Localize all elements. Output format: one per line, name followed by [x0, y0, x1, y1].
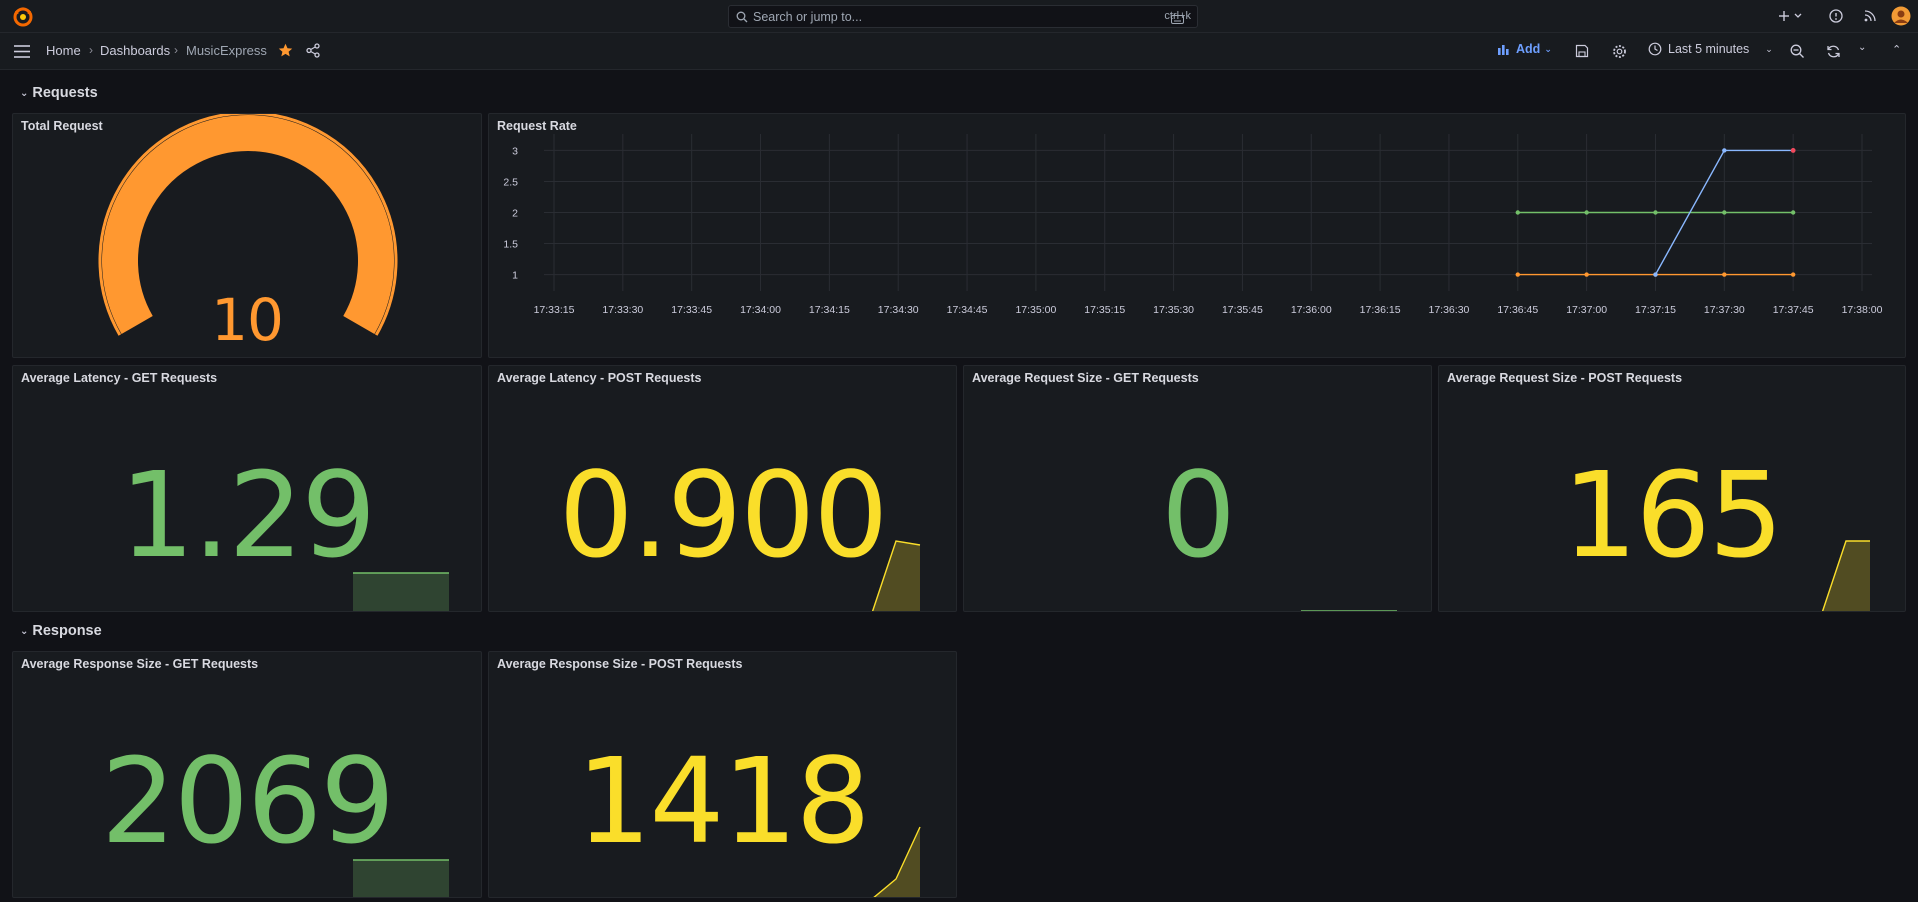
x-tick-label: 17:37:45: [1773, 304, 1814, 316]
row-response[interactable]: ⌄ Response: [20, 623, 102, 639]
top-bar: Search or jump to... ctrl+k: [0, 0, 1918, 33]
stat-value: 0.900: [558, 446, 889, 584]
series-point: [1584, 272, 1589, 277]
panel-title: Average Latency - GET Requests: [21, 371, 218, 385]
help-icon[interactable]: [1828, 8, 1844, 24]
time-range-label: Last 5 minutes: [1668, 42, 1750, 56]
breadcrumb-separator: ›: [174, 43, 178, 57]
request-rate-chart: 1 1.5 2 2.5 3 17:33:15 17:33:30 17:33:45 17:34:0…: [503, 134, 1883, 316]
x-tick-label: 17:34:15: [809, 304, 850, 316]
x-tick-label: 17:33:30: [602, 304, 643, 316]
series-point: [1790, 210, 1796, 215]
y-tick-label: 2.5: [503, 176, 518, 188]
panel-total-request[interactable]: Total Request 10: [12, 113, 482, 358]
x-tick-label: 17:36:45: [1497, 304, 1538, 316]
panel-avg-latency-get[interactable]: Average Latency - GET Requests 1.29: [12, 365, 482, 612]
x-tick-label: 17:36:30: [1429, 304, 1470, 316]
grafana-logo-icon[interactable]: [12, 6, 34, 28]
breadcrumb-dashboards[interactable]: Dashboards: [100, 43, 170, 58]
series-point: [1722, 272, 1727, 277]
new-plus-icon[interactable]: [1778, 8, 1804, 24]
x-tick-label: 17:35:30: [1153, 304, 1194, 316]
row-title: Requests: [32, 85, 98, 101]
search-shortcut: ctrl+k: [1164, 10, 1191, 24]
stat-value: 1.29: [119, 446, 377, 584]
time-range-picker[interactable]: Last 5 minutes ⌄: [1648, 42, 1773, 56]
panel-avg-request-size-post[interactable]: Average Request Size - POST Requests 165: [1438, 365, 1906, 612]
row-title: Response: [32, 623, 102, 639]
x-tick-label: 17:38:00: [1842, 304, 1883, 316]
y-tick-label: 2: [512, 208, 518, 220]
add-button[interactable]: Add ⌄: [1498, 42, 1552, 56]
search-input[interactable]: Search or jump to... ctrl+k: [728, 5, 1198, 28]
search-placeholder: Search or jump to...: [753, 10, 863, 24]
gauge-value: 10: [211, 286, 284, 354]
share-icon[interactable]: [306, 43, 320, 58]
stat-value: 165: [1562, 446, 1783, 584]
series-point: [1653, 272, 1658, 277]
x-tick-label: 17:35:45: [1222, 304, 1263, 316]
collapse-chevron-up-icon[interactable]: ⌄: [1892, 42, 1901, 55]
refresh-interval-chevron-icon[interactable]: ⌄: [1858, 42, 1866, 53]
x-tick-label: 17:36:00: [1291, 304, 1332, 316]
series-point: [1722, 148, 1727, 153]
panel-avg-response-size-post[interactable]: Average Response Size - POST Requests 14…: [488, 651, 957, 898]
menu-hamburger-icon[interactable]: [14, 45, 30, 58]
series-point: [1515, 272, 1520, 277]
series-point: [1515, 210, 1520, 215]
series-point: [1722, 210, 1727, 215]
news-rss-icon[interactable]: [1862, 8, 1878, 24]
row-requests[interactable]: ⌄ Requests: [20, 85, 98, 101]
user-avatar-icon[interactable]: [1891, 6, 1911, 26]
x-tick-label: 17:36:15: [1360, 304, 1401, 316]
x-tick-label: 17:37:30: [1704, 304, 1745, 316]
star-favorite-icon[interactable]: [278, 43, 293, 58]
chevron-down-icon: ⌄: [1544, 43, 1552, 54]
panel-avg-request-size-get[interactable]: Average Request Size - GET Requests 0: [963, 365, 1432, 612]
x-tick-label: 17:37:00: [1566, 304, 1607, 316]
x-tick-label: 17:34:30: [878, 304, 919, 316]
sparkline: [1301, 610, 1397, 611]
panel-request-rate[interactable]: Request Rate 1 1.5 2 2.5 3 17:33:15 17:33:30 17…: [488, 113, 1906, 358]
chevron-down-icon: ⌄: [20, 87, 29, 99]
x-tick-label: 17:35:15: [1084, 304, 1125, 316]
x-tick-label: 17:33:45: [671, 304, 712, 316]
panel-title: Average Request Size - GET Requests: [972, 371, 1199, 385]
breadcrumb-home[interactable]: Home: [46, 43, 81, 58]
series-point: [1790, 272, 1796, 277]
x-tick-label: 17:34:00: [740, 304, 781, 316]
keyboard-icon: [1171, 15, 1185, 24]
chevron-down-icon: ⌄: [1765, 43, 1773, 54]
stat-value: 2069: [100, 732, 395, 870]
breadcrumb-separator: ›: [89, 43, 93, 57]
zoom-out-icon[interactable]: [1790, 44, 1805, 59]
x-tick-label: 17:35:00: [1015, 304, 1056, 316]
add-panel-icon: [1498, 45, 1509, 55]
chevron-down-icon: ⌄: [20, 625, 29, 637]
x-tick-label: 17:34:45: [947, 304, 988, 316]
search-icon: [736, 11, 748, 23]
refresh-icon[interactable]: [1826, 44, 1841, 59]
panel-title: Average Response Size - GET Requests: [21, 657, 259, 671]
stat-value: 1418: [576, 732, 870, 870]
settings-gear-icon[interactable]: [1612, 44, 1627, 59]
stat-value: 0: [1160, 446, 1236, 584]
panel-avg-latency-post[interactable]: Average Latency - POST Requests 0.900: [488, 365, 957, 612]
series-point: [1653, 210, 1658, 215]
dashboard-nav-bar: Home › Dashboards › MusicExpress Add ⌄ L…: [0, 33, 1918, 70]
series-point-highlight: [1790, 148, 1796, 153]
panel-title: Average Latency - POST Requests: [497, 371, 702, 385]
breadcrumb-current: MusicExpress: [186, 43, 267, 58]
x-tick-label: 17:37:15: [1635, 304, 1676, 316]
panel-avg-response-size-get[interactable]: Average Response Size - GET Requests 206…: [12, 651, 482, 898]
y-tick-label: 1: [512, 270, 518, 282]
clock-icon: [1648, 42, 1662, 56]
panel-title: Average Response Size - POST Requests: [497, 657, 743, 671]
series-point: [1584, 210, 1589, 215]
y-tick-label: 1.5: [503, 239, 518, 251]
panel-title: Average Request Size - POST Requests: [1447, 371, 1683, 385]
x-tick-label: 17:33:15: [534, 304, 575, 316]
save-dashboard-icon[interactable]: [1575, 44, 1589, 58]
y-tick-label: 3: [512, 145, 518, 157]
